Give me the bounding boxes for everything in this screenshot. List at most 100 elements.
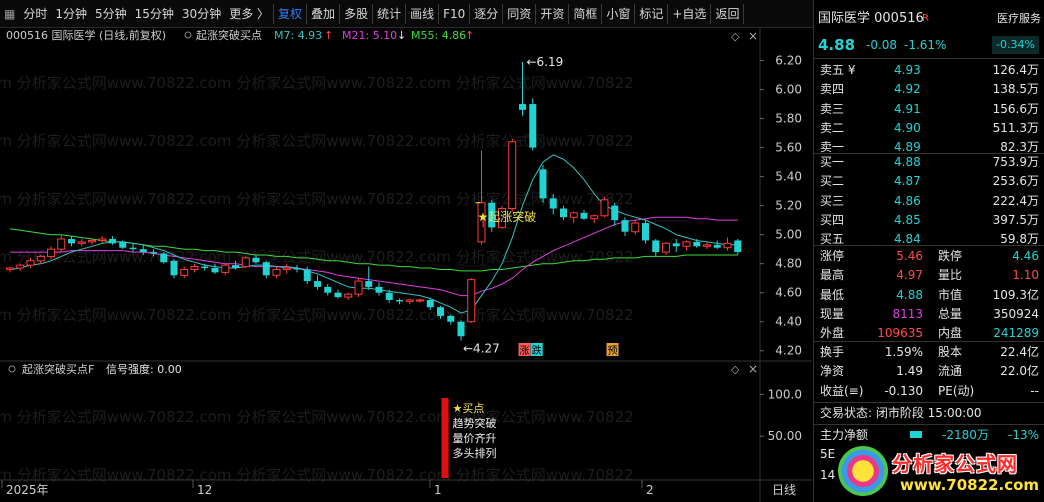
candle (180, 266, 189, 279)
candle (16, 263, 25, 271)
grid-menu-icon[interactable]: ▦ (0, 4, 19, 24)
candle (652, 239, 660, 257)
candle (354, 278, 363, 298)
close-icon: × (748, 29, 758, 43)
stat2-label-2: 股本 (938, 345, 963, 359)
flow-label: 主力净额 (820, 428, 869, 442)
watermark-text: com 分析家公式网www.70822.com 分析家公式网www.70822.… (0, 408, 634, 426)
sub-settings-icon[interactable] (8, 365, 16, 373)
bid-row: 买四 4.85 397.5万 (814, 211, 1044, 229)
candle-body (303, 269, 311, 282)
candle-body (631, 222, 640, 233)
period-tab-3[interactable]: 15分钟 (131, 4, 178, 24)
buy-box-line-3: 多头排列 (453, 446, 497, 460)
period-tab-0[interactable]: 分时 (19, 4, 51, 24)
flow-value: -2180万 (942, 428, 989, 442)
stat-value: 4.97 (896, 268, 923, 283)
toolbar-button-12[interactable]: +自选 (668, 3, 712, 24)
candle (682, 240, 691, 251)
candle-body (57, 238, 66, 250)
toolbar-button-3[interactable]: 统计 (373, 3, 407, 24)
logo-url: www.70822.com (900, 476, 1040, 494)
toolbar-button-5[interactable]: F10 (439, 3, 471, 24)
period-tab-4[interactable]: 30分钟 (178, 4, 225, 24)
ask-label: 卖四 (820, 82, 845, 97)
toolbar-button-9[interactable]: 简框 (569, 3, 603, 24)
stat-label-2: 跌停 (938, 249, 963, 263)
ma21-arrow-icon: ↓ (397, 29, 406, 42)
divider (814, 402, 1044, 403)
candle-body (98, 238, 107, 241)
candle-body (569, 212, 578, 218)
price-row: 4.88 -0.08 -1.61% -0.34% (814, 36, 1044, 54)
settings-dot-icon[interactable] (184, 31, 192, 39)
bid-price: 4.85 (894, 212, 921, 227)
candle-body (170, 260, 178, 276)
toolbar-button-6[interactable]: 逐分 (470, 3, 504, 24)
kline-chart[interactable]: com 分析家公式网www.70822.com 分析家公式网www.70822.… (0, 28, 812, 502)
period-tab-2[interactable]: 5分钟 (91, 4, 131, 24)
toolbar-button-2[interactable]: 多股 (340, 3, 374, 24)
quote-panel: 国际医学 000516 R 医疗服务 4.88 -0.08 -1.61% -0.34% 卖五 … (813, 0, 1044, 502)
candle-body (396, 299, 403, 302)
ask-row: 卖二 4.90 511.3万 (814, 119, 1044, 137)
ask-volume: 156.6万 (992, 101, 1039, 116)
toolbar-button-11[interactable]: 标记 (635, 3, 669, 24)
candle-body (201, 266, 209, 269)
stock-name: 国际医学 000516 (818, 11, 924, 26)
candle-body (47, 248, 55, 257)
candle-body (437, 307, 444, 316)
period-tab-1[interactable]: 1分钟 (51, 4, 91, 24)
trade-status: 交易状态: 闭市阶段 15:00:00 (820, 406, 982, 420)
candle-body (457, 321, 465, 337)
candle-body (611, 205, 619, 221)
bid-price: 4.87 (894, 174, 921, 189)
bid-label: 买三 (820, 193, 845, 208)
candle (6, 266, 14, 273)
watermark-text: com 分析家公式网www.70822.com 分析家公式网www.70822.… (0, 466, 634, 484)
toolbar-button-4[interactable]: 画线 (406, 3, 440, 24)
stat-value-2: 1.10 (1012, 268, 1039, 283)
toolbar-button-8[interactable]: 开资 (536, 3, 570, 24)
logo-title: 分析家公式网 (892, 452, 1018, 476)
ask-price: 4.90 (894, 120, 921, 135)
ma7-line (9, 154, 738, 314)
ma21-label: M21: 5.10 (342, 29, 397, 42)
candle-body (734, 240, 742, 253)
candle (68, 236, 75, 247)
date-label-0: 2025年 (6, 483, 49, 497)
candle-body (109, 239, 116, 244)
candle-body (385, 292, 393, 300)
candle (600, 196, 609, 218)
period-tab-5[interactable]: 更多 〉 (225, 3, 275, 24)
stat-value-2: 350924 (993, 306, 1039, 321)
candle (334, 289, 342, 299)
candle (221, 263, 230, 276)
toolbar-button-7[interactable]: 同资 (503, 3, 537, 24)
candle-body (160, 253, 168, 263)
candle-body (282, 267, 291, 270)
ma7-arrow-icon: ↑ (324, 29, 333, 42)
candle (621, 217, 629, 237)
candle-body (252, 257, 260, 263)
bottom-row-1-text: 5E (820, 447, 836, 461)
candle-body (549, 198, 557, 209)
candle-body (88, 239, 96, 243)
toolbar-button-13[interactable]: 返回 (711, 3, 745, 24)
stat2-value: -0.130 (884, 383, 923, 398)
bid-volume: 397.5万 (992, 212, 1039, 227)
candle (508, 138, 517, 212)
toolbar-button-1[interactable]: 叠加 (307, 3, 341, 24)
bid-volume: 253.6万 (992, 174, 1039, 189)
toolbar-button-0[interactable]: 复权 (274, 3, 308, 24)
toolbar-button-10[interactable]: 小窗 (602, 3, 636, 24)
candle (713, 240, 721, 250)
candle (734, 239, 742, 255)
stat-value: 109635 (877, 326, 923, 341)
stat-value-2: 109.3亿 (992, 287, 1039, 302)
candle (98, 236, 107, 244)
stat-value-2: 4.46 (1012, 249, 1039, 263)
candle-body (519, 104, 526, 110)
sector-pct: -0.34% (992, 36, 1039, 54)
stat-value-2: 241289 (993, 326, 1039, 341)
